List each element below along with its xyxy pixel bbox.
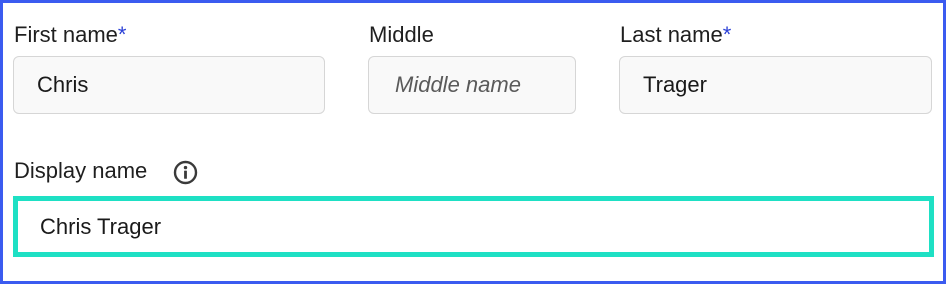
display-name-label-text: Display name [14,158,148,183]
info-circle-icon[interactable] [173,160,198,185]
first-name-label-text: First name [14,22,118,47]
required-asterisk: * [722,22,732,47]
middle-label-text: Middle [369,22,434,47]
middle-label: Middle [369,22,434,48]
display-name-label: Display name [14,158,147,184]
last-name-field[interactable] [619,56,932,114]
first-name-field[interactable] [13,56,325,114]
last-name-label-text: Last name [620,22,723,47]
first-name-input[interactable] [37,72,324,98]
first-name-label: First name* [14,22,126,48]
middle-name-input[interactable] [395,72,575,98]
last-name-input[interactable] [643,72,931,98]
middle-name-field[interactable] [368,56,576,114]
required-asterisk: * [117,22,127,47]
last-name-label: Last name* [620,22,731,48]
name-form: First name* Middle Last name* Display na… [0,0,946,284]
display-name-input[interactable] [40,213,929,240]
display-name-field[interactable] [13,196,934,257]
